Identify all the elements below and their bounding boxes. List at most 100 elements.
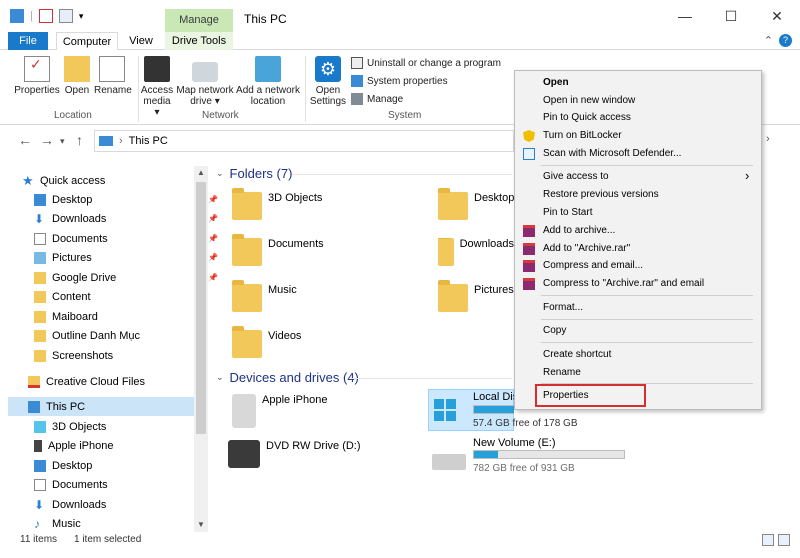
pictures-folder-icon [438,280,468,312]
chevron-right-icon[interactable]: › [766,133,770,145]
submenu-arrow-icon: › [745,168,750,183]
open-settings-button[interactable]: ⚙ Open Settings [309,56,347,107]
nav-label: Downloads [52,498,107,511]
pin-icon[interactable]: 📌 [208,234,218,243]
computer-icon[interactable] [10,9,24,23]
tab-view[interactable]: View [124,32,158,50]
tab-computer[interactable]: Computer [56,32,118,51]
recent-locations-icon[interactable]: ▾ [60,136,65,147]
menu-item-restore-versions[interactable]: Restore previous versions [543,188,659,202]
new-volume-drive-icon [432,454,466,470]
folder-videos[interactable]: Videos [232,326,301,358]
network-location-icon [255,56,281,82]
pin-icon[interactable]: 📌 [208,214,218,223]
folder-label: Desktop [474,192,515,204]
creative-cloud-icon [28,375,40,388]
new-folder-icon[interactable] [58,9,73,23]
section-divider [352,378,512,379]
manage-context-tab[interactable]: Manage [165,9,233,32]
device-apple-iphone[interactable]: Apple iPhone [232,394,327,428]
folder-documents[interactable]: Documents [232,234,324,266]
properties-ribbon-button[interactable]: ✓ Properties [14,56,60,96]
nav-label: This PC [46,400,86,413]
menu-item-bitlocker[interactable]: Turn on BitLocker [543,129,622,143]
group-label-location: Location [54,110,92,121]
winrar-icon [523,225,535,237]
minimize-button[interactable]: — [662,0,708,32]
help-icon[interactable]: ? [779,34,792,47]
add-network-location-button[interactable]: Add a network location [236,56,300,107]
menu-item-create-shortcut[interactable]: Create shortcut [543,348,611,362]
forward-arrow-icon[interactable]: → [40,132,54,148]
group-label-network: Network [202,110,239,121]
pin-icon[interactable]: 📌 [208,195,218,204]
nav-quick-access[interactable]: ★ Quick access [22,171,212,190]
address-bar[interactable]: › This PC [94,130,514,152]
title-bar: | ▾ Manage This PC — ☐ ✕ [0,0,800,32]
up-arrow-icon[interactable]: ↑ [76,132,83,148]
folder-pictures[interactable]: Pictures [438,280,514,312]
customize-qat-icon[interactable]: ▾ [79,11,84,22]
star-icon: ★ [22,172,34,188]
menu-separator [541,319,753,320]
nav-creative-cloud[interactable]: Creative Cloud Files [28,372,218,391]
details-view-icon[interactable] [762,534,774,546]
menu-item-open-new-window[interactable]: Open in new window [543,94,635,108]
menu-item-add-archive-rar[interactable]: Add to "Archive.rar" [543,242,630,256]
maximize-button[interactable]: ☐ [708,0,754,32]
close-button[interactable]: ✕ [754,0,800,32]
menu-item-copy[interactable]: Copy [543,324,566,338]
nav-scrollbar-thumb[interactable] [196,182,206,434]
collapse-ribbon-icon[interactable]: ⌃ [764,34,773,47]
this-pc-icon [99,136,113,146]
menu-item-defender-scan[interactable]: Scan with Microsoft Defender... [543,147,681,161]
scroll-up-icon[interactable]: ▲ [197,168,205,177]
menu-item-add-archive[interactable]: Add to archive... [543,224,615,238]
folders-section-header[interactable]: ⌄ Folders (7) [216,166,292,181]
tab-file[interactable]: File [8,32,48,50]
pin-icon[interactable]: 📌 [208,273,218,282]
back-arrow-icon[interactable]: ← [18,132,32,148]
menu-item-compress-rar-email[interactable]: Compress to "Archive.rar" and email [543,277,704,291]
system-properties-button[interactable]: System properties [351,75,448,87]
menu-item-format[interactable]: Format... [543,301,583,315]
menu-item-pin-start[interactable]: Pin to Start [543,206,592,220]
tab-drive-tools[interactable]: Drive Tools [165,32,233,50]
folder-desktop[interactable]: Desktop [438,188,515,220]
folder-downloads[interactable]: Downloads [438,238,514,266]
desktop-icon [34,459,46,472]
menu-item-open[interactable]: Open [543,76,569,90]
rename-ribbon-button[interactable]: Rename [94,56,132,96]
shield-icon [523,130,535,142]
open-ribbon-button[interactable]: Open [62,56,92,96]
new-volume-label[interactable]: New Volume (E:) [473,437,556,449]
folder-music[interactable]: Music [232,280,297,312]
nav-this-pc[interactable]: This PC [8,397,194,416]
device-dvd-drive[interactable]: DVD RW Drive (D:) [228,440,361,468]
map-network-drive-button[interactable]: Map network drive ▾ [176,56,234,107]
music-note-icon: ♪ [34,516,40,531]
manage-button[interactable]: Manage [351,93,403,105]
large-icons-view-icon[interactable] [778,534,790,546]
folder-icon [34,271,46,284]
devices-section-header[interactable]: ⌄ Devices and drives (4) [216,370,359,385]
add-location-label-1: Add a network [236,85,300,96]
menu-item-rename[interactable]: Rename [543,366,581,380]
access-media-button[interactable]: Access media ▾ [140,56,174,118]
manage-label: Manage [367,93,404,105]
menu-item-compress-email[interactable]: Compress and email... [543,259,643,273]
menu-item-pin-quick-access[interactable]: Pin to Quick access [543,111,631,125]
menu-item-give-access[interactable]: Give access to [543,170,609,184]
pin-icon[interactable]: 📌 [208,253,218,262]
scroll-down-icon[interactable]: ▼ [197,520,205,529]
documents-icon [34,478,46,491]
folder-icon [34,329,46,342]
folder-3d-objects[interactable]: 3D Objects [232,188,322,220]
nav-label: Apple iPhone [48,439,114,452]
new-volume-free-text: 782 GB free of 931 GB [473,463,575,474]
nav-label: Google Drive [52,271,117,284]
folder-label: Pictures [474,284,514,296]
properties-check-icon[interactable] [38,9,53,23]
uninstall-program-button[interactable]: Uninstall or change a program [351,57,501,69]
breadcrumb-chevron-icon: › [119,135,123,147]
